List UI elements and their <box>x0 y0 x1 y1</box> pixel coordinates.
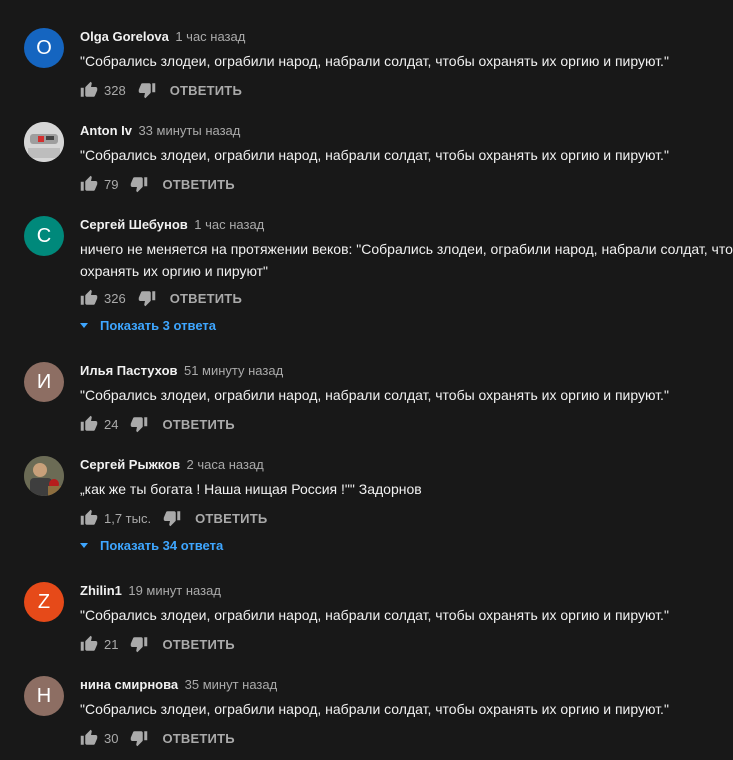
like-icon[interactable] <box>80 289 98 307</box>
comment-actions: 79 ОТВЕТИТЬ <box>80 174 235 194</box>
dislike-icon[interactable] <box>130 175 148 193</box>
timestamp[interactable]: 2 часа назад <box>187 457 264 472</box>
comment-header: нина смирнова 35 минут назад <box>80 676 277 692</box>
comment-actions: 24 ОТВЕТИТЬ <box>80 414 235 434</box>
avatar[interactable]: O <box>24 28 64 68</box>
comment-header: Илья Пастухов 51 минуту назад <box>80 362 283 378</box>
dislike-icon[interactable] <box>163 509 181 527</box>
comment-text: "Собрались злодеи, ограбили народ, набра… <box>80 147 669 163</box>
author-name[interactable]: нина смирнова <box>80 677 178 692</box>
timestamp[interactable]: 19 минут назад <box>128 583 221 598</box>
like-count: 328 <box>104 82 126 98</box>
dislike-icon[interactable] <box>138 81 156 99</box>
author-name[interactable]: Сергей Рыжков <box>80 457 180 472</box>
dislike-icon[interactable] <box>130 415 148 433</box>
avatar[interactable]: И <box>24 362 64 402</box>
comment-text: "Собрались злодеи, ограбили народ, набра… <box>80 607 669 623</box>
caret-down-icon <box>80 542 88 548</box>
like-icon[interactable] <box>80 175 98 193</box>
timestamp[interactable]: 1 час назад <box>175 29 245 44</box>
like-count: 24 <box>104 416 119 432</box>
author-name[interactable]: Zhilin1 <box>80 583 122 598</box>
comment-actions: 21 ОТВЕТИТЬ <box>80 634 235 654</box>
comment-text: „как же ты богата ! Наша нищая Россия !"… <box>80 481 422 497</box>
comments-section: O Olga Gorelova 1 час назад "Собрались з… <box>0 0 733 760</box>
avatar[interactable]: Z <box>24 582 64 622</box>
like-count: 79 <box>104 176 119 192</box>
show-replies-button[interactable]: Показать 3 ответа <box>80 315 216 335</box>
reply-button[interactable]: ОТВЕТИТЬ <box>195 511 267 526</box>
comment-actions: 1,7 тыс. ОТВЕТИТЬ <box>80 508 267 528</box>
comment-text: "Собрались злодеи, ограбили народ, набра… <box>80 701 669 717</box>
comment-text: ничего не меняется на протяжении веков: … <box>80 241 733 279</box>
reply-button[interactable]: ОТВЕТИТЬ <box>162 731 234 746</box>
dislike-icon[interactable] <box>138 289 156 307</box>
author-name[interactable]: Сергей Шебунов <box>80 217 188 232</box>
like-count: 326 <box>104 290 126 306</box>
like-icon[interactable] <box>80 635 98 653</box>
avatar-photo-icon <box>24 456 64 496</box>
show-replies-label: Показать 34 ответа <box>100 537 224 553</box>
comment-header: Olga Gorelova 1 час назад <box>80 28 245 44</box>
like-count: 1,7 тыс. <box>104 510 152 526</box>
show-replies-label: Показать 3 ответа <box>100 317 216 333</box>
comment-text: "Собрались злодеи, ограбили народ, набра… <box>80 387 669 403</box>
like-icon[interactable] <box>80 509 98 527</box>
avatar[interactable]: С <box>24 216 64 256</box>
comment-header: Сергей Шебунов 1 час назад <box>80 216 264 232</box>
reply-button[interactable]: ОТВЕТИТЬ <box>162 417 234 432</box>
comment-text: "Собрались злодеи, ограбили народ, набра… <box>80 53 669 69</box>
like-icon[interactable] <box>80 81 98 99</box>
avatar[interactable]: Н <box>24 676 64 716</box>
like-icon[interactable] <box>80 729 98 747</box>
timestamp[interactable]: 1 час назад <box>194 217 264 232</box>
timestamp[interactable]: 35 минут назад <box>185 677 278 692</box>
dislike-icon[interactable] <box>130 729 148 747</box>
reply-button[interactable]: ОТВЕТИТЬ <box>170 291 242 306</box>
timestamp[interactable]: 33 минуты назад <box>138 123 240 138</box>
like-count: 21 <box>104 636 119 652</box>
author-name[interactable]: Anton Iv <box>80 123 132 138</box>
comment-actions: 328 ОТВЕТИТЬ <box>80 80 242 100</box>
reply-button[interactable]: ОТВЕТИТЬ <box>170 83 242 98</box>
avatar-photo-icon <box>24 122 64 162</box>
author-name[interactable]: Olga Gorelova <box>80 29 169 44</box>
timestamp[interactable]: 51 минуту назад <box>184 363 283 378</box>
comment-header: Сергей Рыжков 2 часа назад <box>80 456 264 472</box>
show-replies-button[interactable]: Показать 34 ответа <box>80 535 223 555</box>
like-icon[interactable] <box>80 415 98 433</box>
comment-header: Zhilin1 19 минут назад <box>80 582 221 598</box>
avatar[interactable] <box>24 456 64 496</box>
dislike-icon[interactable] <box>130 635 148 653</box>
comment-header: Anton Iv 33 минуты назад <box>80 122 240 138</box>
avatar[interactable] <box>24 122 64 162</box>
like-count: 30 <box>104 730 119 746</box>
comment-actions: 30 ОТВЕТИТЬ <box>80 728 235 748</box>
reply-button[interactable]: ОТВЕТИТЬ <box>162 637 234 652</box>
author-name[interactable]: Илья Пастухов <box>80 363 178 378</box>
caret-down-icon <box>80 322 88 328</box>
reply-button[interactable]: ОТВЕТИТЬ <box>162 177 234 192</box>
comment-actions: 326 ОТВЕТИТЬ <box>80 288 242 308</box>
